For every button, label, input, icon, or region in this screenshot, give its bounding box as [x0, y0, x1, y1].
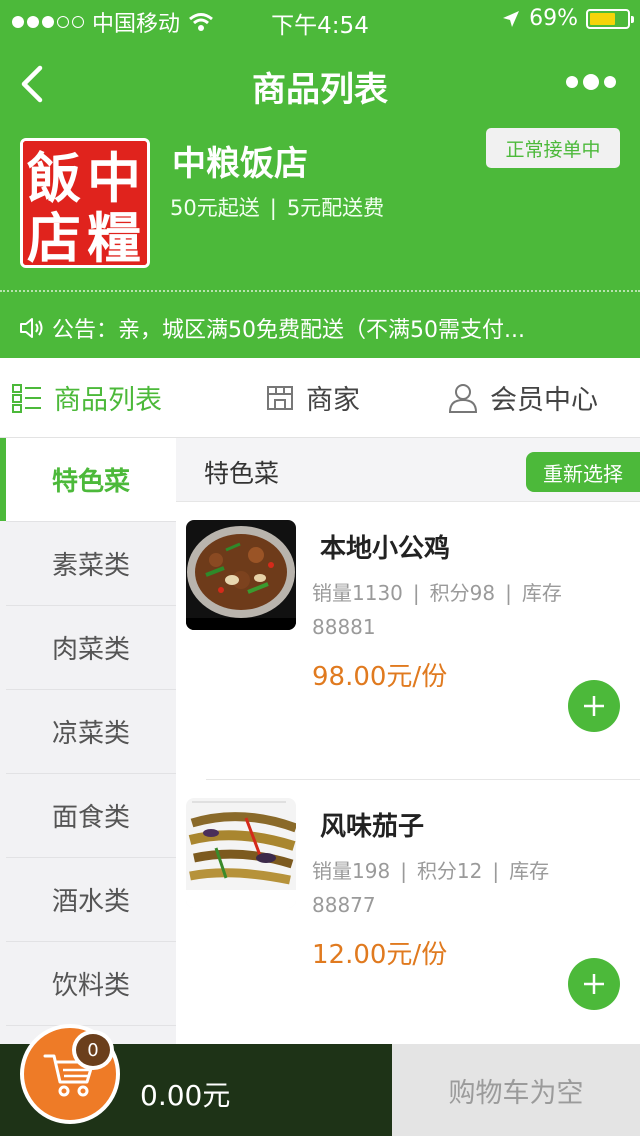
category-item-cold[interactable]: 凉菜类 — [6, 690, 176, 774]
battery-icon — [586, 8, 634, 29]
battery-percent: 69% — [529, 6, 578, 31]
reselect-button[interactable]: 重新选择 — [526, 452, 640, 492]
product-stock-value: 88881 — [312, 615, 376, 639]
category-item-featured[interactable]: 特色菜 — [0, 438, 176, 522]
delivery-fee: 5元配送费 — [286, 196, 385, 220]
user-icon — [448, 383, 478, 413]
tab-product-list[interactable]: 商品列表 — [12, 378, 162, 417]
checkout-button[interactable]: 购物车为空 — [392, 1044, 640, 1136]
product-stats: 销量198 | 积分12 | 库存 88877 — [312, 854, 612, 922]
notice-bar[interactable]: 公告：亲，城区满50免费配送（不满50需支付... — [0, 290, 640, 358]
nav-bar: 商品列表 — [0, 40, 640, 128]
store-icon — [267, 385, 293, 410]
add-to-cart-button[interactable] — [568, 680, 620, 732]
cart-count-badge: 0 — [72, 1030, 114, 1070]
shop-name: 中粮饭店 — [172, 144, 308, 184]
min-order: 50元起送 — [170, 196, 260, 220]
product-sales: 销量1130 — [312, 581, 403, 605]
tab-merchant[interactable]: 商家 — [266, 378, 360, 417]
product-stock-label: 库存 — [521, 581, 562, 605]
notice-text: 公告：亲，城区满50免费配送（不满50需支付... — [52, 318, 525, 343]
category-item-meat[interactable]: 肉菜类 — [6, 606, 176, 690]
location-arrow-icon — [503, 10, 520, 27]
stats-separator: | — [412, 581, 420, 605]
status-bar: 中国移动 下午4:54 69% — [0, 0, 640, 40]
category-item-vegetable[interactable]: 素菜类 — [6, 522, 176, 606]
product-stock-label: 库存 — [509, 859, 550, 883]
svg-text:糧: 糧 — [87, 206, 141, 265]
category-item-noodles[interactable]: 面食类 — [6, 774, 176, 858]
more-button[interactable] — [566, 74, 616, 90]
section-header: 特色菜 重新选择 — [176, 438, 640, 502]
product-image — [186, 520, 296, 630]
shop-header: 飯 中 店 糧 中粮饭店 50元起送 | 5元配送费 正常接单中 — [0, 128, 640, 290]
product-name: 风味茄子 — [320, 812, 425, 842]
meta-separator: | — [269, 196, 277, 220]
product-card[interactable]: 风味茄子 销量198 | 积分12 | 库存 88877 12.00元/份 — [176, 780, 640, 1058]
stats-separator: | — [492, 859, 500, 883]
product-stats: 销量1130 | 积分98 | 库存 88881 — [312, 576, 612, 644]
section-title: 特色菜 — [204, 459, 280, 488]
svg-text:飯: 飯 — [27, 146, 81, 210]
product-points: 积分12 — [416, 859, 483, 883]
product-image — [186, 798, 296, 908]
category-sidebar: 特色菜 素菜类 肉菜类 凉菜类 面食类 酒水类 饮料类 — [0, 438, 176, 1044]
product-stock-value: 88877 — [312, 893, 376, 917]
tab-bar: 商品列表 商家 会员中心 — [0, 358, 640, 438]
svg-text:店: 店 — [27, 206, 81, 265]
product-name: 本地小公鸡 — [320, 534, 451, 564]
category-item-beverages[interactable]: 饮料类 — [6, 942, 176, 1026]
speaker-icon — [20, 318, 43, 338]
shop-meta: 50元起送 | 5元配送费 — [170, 192, 384, 222]
tab-label: 商品列表 — [54, 385, 162, 416]
page-title: 商品列表 — [252, 70, 388, 110]
list-icon — [12, 383, 41, 413]
product-price: 98.00元/份 — [312, 662, 448, 692]
product-price: 12.00元/份 — [312, 940, 448, 970]
tab-member-center[interactable]: 会员中心 — [448, 378, 598, 417]
svg-text:中: 中 — [87, 146, 141, 210]
stats-separator: | — [505, 581, 512, 605]
tab-label: 会员中心 — [490, 385, 598, 416]
product-sales: 销量198 — [312, 859, 391, 883]
product-points: 积分98 — [429, 581, 496, 605]
product-list: 特色菜 重新选择 本地小公鸡 销量1130 | 积分98 | 库存 88881 … — [176, 438, 640, 1044]
shop-logo: 飯 中 店 糧 — [20, 138, 150, 268]
plus-icon — [584, 696, 604, 716]
tab-label: 商家 — [306, 385, 360, 416]
plus-icon — [584, 974, 604, 994]
category-item-drinks-alcohol[interactable]: 酒水类 — [6, 858, 176, 942]
stats-separator: | — [400, 859, 407, 883]
status-right: 69% — [501, 6, 634, 31]
product-card[interactable]: 本地小公鸡 销量1130 | 积分98 | 库存 88881 98.00元/份 — [176, 502, 640, 780]
add-to-cart-button[interactable] — [568, 958, 620, 1010]
status-badge: 正常接单中 — [486, 128, 620, 168]
cart-total: 0.00元 — [140, 1079, 231, 1112]
